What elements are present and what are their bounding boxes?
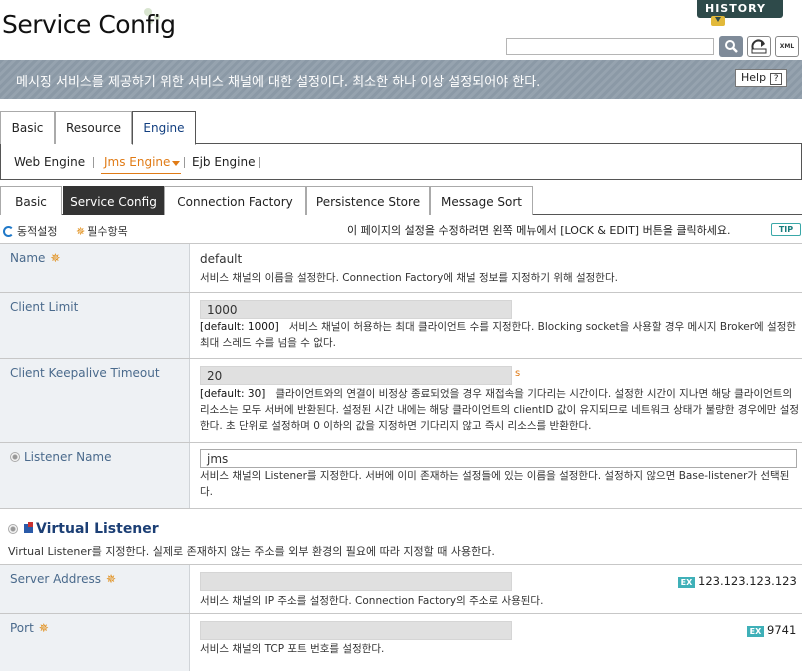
- subnav-ejb-engine[interactable]: Ejb Engine: [192, 155, 255, 169]
- tab-basic[interactable]: Basic: [0, 111, 55, 144]
- required-icon: ✵: [105, 572, 117, 586]
- legend-required: ✵ 필수항목: [76, 225, 128, 238]
- tab-service-config[interactable]: Service Config: [63, 186, 164, 215]
- page-title: Service Config: [2, 10, 176, 39]
- example-value: EX 9741: [747, 623, 796, 637]
- field-label: Port ✵: [10, 621, 49, 635]
- client-limit-input[interactable]: 1000: [200, 300, 512, 319]
- history-button[interactable]: HISTORY: [697, 0, 783, 26]
- subnav-jms-engine[interactable]: Jms Engine: [104, 155, 170, 169]
- question-icon: ?: [770, 73, 783, 85]
- field-description: [default: 30] 클라이언트와의 연결이 비정상 종료되었을 경우 재…: [200, 388, 800, 432]
- example-value: EX 123.123.123.123: [678, 574, 797, 588]
- listener-icon: [24, 522, 33, 533]
- field-label: Client Keepalive Timeout: [10, 366, 160, 380]
- virtual-listener-description: Virtual Listener를 지정한다. 실제로 존재하지 않는 주소를 …: [8, 545, 495, 558]
- search-button[interactable]: [719, 36, 743, 57]
- sync-icon: [3, 226, 14, 237]
- field-listener-name: Listener Name jms 서비스 채널의 Listener를 지정한다…: [0, 442, 802, 508]
- tab-message-sort[interactable]: Message Sort: [430, 186, 533, 215]
- xml-export-button[interactable]: XML: [775, 36, 799, 57]
- jms-tabs: Basic Service Config Connection Factory …: [0, 186, 802, 215]
- field-label-cell: Port ✵: [0, 614, 190, 671]
- server-address-input[interactable]: [200, 572, 512, 591]
- chevron-down-icon: [711, 16, 725, 26]
- example-badge: EX: [678, 577, 695, 588]
- chevron-down-icon: [172, 161, 180, 166]
- field-name: Name ✵ default 서비스 채널의 이름을 설정한다. Connecti…: [0, 243, 802, 292]
- tab-basic[interactable]: Basic: [0, 186, 62, 215]
- required-icon: ✵: [38, 621, 49, 635]
- virtual-listener-title: Virtual Listener: [8, 521, 159, 537]
- legend-row: 동적설정 ✵ 필수항목 이 페이지의 설정을 수정하려면 왼쪽 메뉴에서 [LOC…: [0, 222, 802, 240]
- field-client-limit: Client Limit 1000 [default: 1000] 서비스 채널…: [0, 292, 802, 358]
- xml-label: XML: [779, 43, 795, 50]
- active-underline: [101, 173, 181, 174]
- edit-notice: 이 페이지의 설정을 수정하려면 왼쪽 메뉴에서 [LOCK & EDIT] 버…: [347, 224, 731, 237]
- description-banner: 메시징 서비스를 제공하기 위한 서비스 채널에 대한 설정이다. 최소한 하나…: [0, 60, 802, 99]
- listener-name-select[interactable]: jms: [200, 449, 797, 468]
- main-tabs: Basic Resource Engine: [0, 111, 802, 145]
- field-label-cell: Name ✵: [0, 244, 190, 292]
- field-description: 서비스 채널의 Listener를 지정한다. 서버에 이미 존재하는 설정들에…: [200, 470, 790, 498]
- refresh-button[interactable]: [747, 36, 771, 57]
- subnav-divider: [93, 157, 94, 168]
- required-icon: ✵: [50, 251, 61, 265]
- field-label: Client Limit: [10, 300, 79, 314]
- unit-label: s: [515, 368, 521, 379]
- field-label: Server Address ✵: [10, 572, 117, 586]
- tab-engine[interactable]: Engine: [132, 111, 196, 145]
- field-label-cell: Server Address ✵: [0, 565, 190, 613]
- field-description: [default: 1000] 서비스 채널이 허용하는 최대 클라이언트 수를…: [200, 321, 797, 349]
- engine-subnav: Web Engine Jms Engine Ejb Engine: [0, 144, 802, 180]
- virtual-listener-section: Virtual Listener Virtual Listener를 지정한다.…: [0, 508, 802, 560]
- banner-text: 메시징 서비스를 제공하기 위한 서비스 채널에 대한 설정이다. 최소한 하나…: [16, 75, 541, 90]
- radio-button[interactable]: [10, 452, 20, 462]
- field-label: Name ✵: [10, 251, 61, 265]
- field-label-cell: Listener Name: [0, 443, 190, 508]
- subnav-divider: [259, 157, 260, 168]
- field-description: 서비스 채널의 TCP 포트 번호를 설정한다.: [200, 643, 385, 655]
- help-button[interactable]: Help?: [735, 69, 787, 87]
- radio-button[interactable]: [8, 524, 18, 534]
- help-label: Help: [741, 71, 767, 84]
- tip-badge[interactable]: TIP: [771, 223, 801, 236]
- tab-connection-factory[interactable]: Connection Factory: [164, 186, 306, 215]
- keepalive-timeout-input[interactable]: 20: [200, 366, 512, 385]
- port-input[interactable]: [200, 621, 512, 640]
- history-label: HISTORY: [705, 2, 766, 15]
- search-input[interactable]: [506, 38, 714, 55]
- field-description: 서비스 채널의 IP 주소를 설정한다. Connection Factory의…: [200, 595, 544, 607]
- search-icon: [725, 40, 738, 53]
- field-client-keepalive-timeout: Client Keepalive Timeout 20 s [default: …: [0, 358, 802, 442]
- field-port: Port ✵ EX 9741 서비스 채널의 TCP 포트 번호를 설정한다.: [0, 613, 802, 671]
- tab-persistence-store[interactable]: Persistence Store: [306, 186, 430, 215]
- field-label-cell: Client Limit: [0, 293, 190, 358]
- field-server-address: Server Address ✵ EX 123.123.123.123 서비스 채널…: [0, 564, 802, 613]
- refresh-icon: [751, 39, 767, 54]
- example-badge: EX: [747, 626, 764, 637]
- tab-resource[interactable]: Resource: [55, 111, 132, 144]
- subnav-web-engine[interactable]: Web Engine: [14, 155, 85, 169]
- field-label: Listener Name: [10, 450, 112, 464]
- page-header: Service Config HISTORY XML: [0, 0, 802, 62]
- field-label-cell: Client Keepalive Timeout: [0, 359, 190, 442]
- name-value: default: [200, 252, 243, 266]
- field-description: 서비스 채널의 이름을 설정한다. Connection Factory에 채널…: [200, 272, 618, 284]
- legend-dynamic: 동적설정: [3, 223, 57, 239]
- required-icon: ✵: [76, 225, 86, 238]
- subnav-divider: [184, 157, 185, 168]
